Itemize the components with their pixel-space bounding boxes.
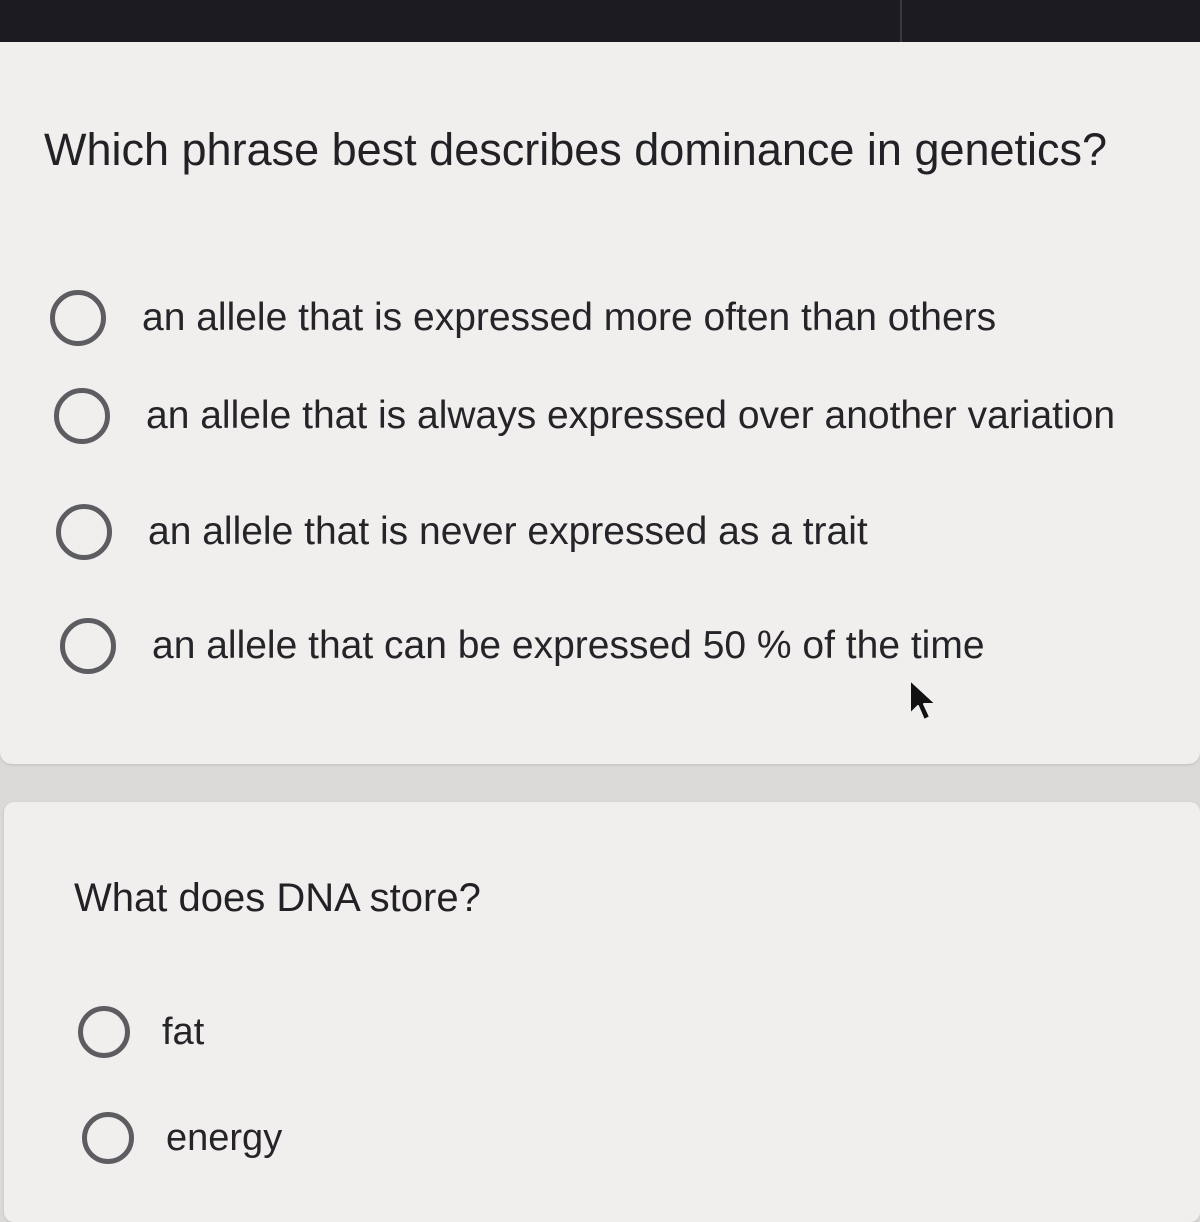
radio-button-unselected-icon[interactable] (54, 388, 110, 444)
option-always-expressed[interactable]: an allele that is always expressed over … (54, 388, 1115, 444)
option-label: an allele that can be expressed 50 % of … (152, 624, 985, 667)
option-never-expressed[interactable]: an allele that is never expressed as a t… (56, 504, 868, 560)
radio-button-unselected-icon[interactable] (50, 290, 106, 346)
option-fat[interactable]: fat (78, 1006, 204, 1058)
radio-button-unselected-icon[interactable] (60, 618, 116, 674)
radio-button-unselected-icon[interactable] (82, 1112, 134, 1164)
option-label: an allele that is never expressed as a t… (148, 510, 868, 553)
option-label: an allele that is expressed more often t… (142, 296, 997, 339)
question-title: Which phrase best describes dominance in… (44, 124, 1108, 175)
question-title: What does DNA store? (74, 876, 481, 920)
option-label: fat (162, 1010, 205, 1053)
option-energy[interactable]: energy (82, 1112, 282, 1164)
radio-button-unselected-icon[interactable] (78, 1006, 130, 1058)
option-label: an allele that is always expressed over … (146, 394, 1116, 437)
question-card-dna: What does DNA store? fat energy (4, 802, 1200, 1222)
mouse-pointer-icon (909, 679, 937, 721)
top-bar-divider (900, 0, 902, 42)
question-card-dominance: Which phrase best describes dominance in… (0, 42, 1200, 764)
option-label: energy (166, 1116, 283, 1159)
option-fifty-percent[interactable]: an allele that can be expressed 50 % of … (60, 618, 985, 674)
top-bar (0, 0, 1200, 42)
radio-button-unselected-icon[interactable] (56, 504, 112, 560)
option-more-often[interactable]: an allele that is expressed more often t… (50, 290, 996, 346)
